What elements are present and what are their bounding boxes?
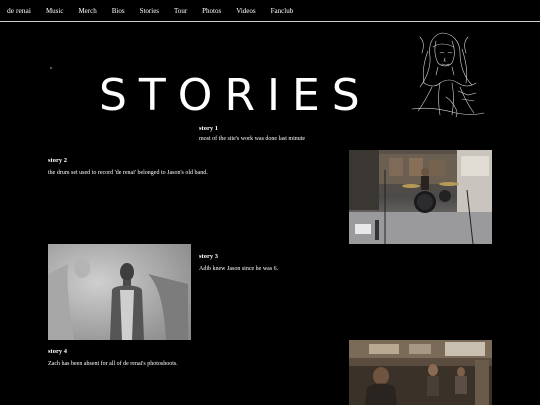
story-1-text: most of the site's work was done last mi… (199, 136, 306, 142)
nav-link-photos[interactable]: Photos (202, 7, 221, 15)
studio-drum-photo (349, 150, 492, 244)
story-1-title: story 1 (199, 125, 218, 132)
line-art-illustration (411, 32, 485, 118)
story-2-title: story 2 (48, 157, 67, 164)
story-3-title: story 3 (199, 253, 218, 260)
nav-link-fanclub[interactable]: Fanclub (271, 7, 294, 15)
nav-link-stories[interactable]: Stories (140, 7, 159, 15)
nav-link-videos[interactable]: Videos (236, 7, 255, 15)
page-title: STORIES (99, 70, 372, 122)
nav-link-bios[interactable]: Bios (112, 7, 125, 15)
top-nav: de renai Music Merch Bios Stories Tour P… (0, 0, 540, 22)
story-3-text: Adib knew Jason since he was 6. (199, 266, 279, 272)
nav-link-tour[interactable]: Tour (174, 7, 187, 15)
decorative-dot (50, 67, 52, 69)
stories-page: de renai Music Merch Bios Stories Tour P… (0, 0, 540, 405)
nav-link-music[interactable]: Music (46, 7, 64, 15)
portrait-photo (48, 244, 191, 340)
story-4-text: Zach has been absent for all of de renai… (48, 361, 178, 367)
nav-link-merch[interactable]: Merch (78, 7, 96, 15)
restaurant-photo (349, 340, 492, 405)
story-4-title: story 4 (48, 348, 67, 355)
site-brand-link[interactable]: de renai (7, 6, 31, 15)
story-2-text: the drum set used to record 'de renai' b… (48, 170, 208, 176)
